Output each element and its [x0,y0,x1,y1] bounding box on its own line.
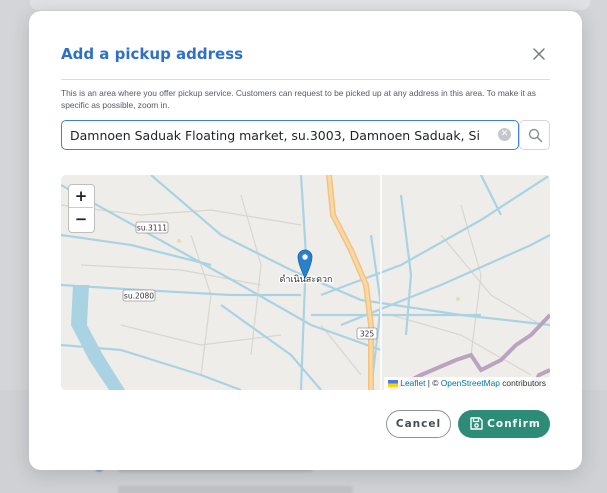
map-label-road-325: 325 [360,330,375,339]
search-icon [528,128,543,143]
address-search-input[interactable] [61,120,519,150]
dialog-title: Add a pickup address [61,45,244,63]
location-marker-icon[interactable] [297,249,313,279]
zoom-in-button[interactable]: + [69,185,93,208]
zoom-control: + − [68,184,95,233]
confirm-button[interactable]: Confirm [458,410,550,438]
map-attribution: Leaflet | © OpenStreetMap contributors [384,377,550,390]
save-icon [470,417,483,430]
clear-icon[interactable]: ✕ [498,128,511,141]
openstreetmap-link[interactable]: OpenStreetMap [441,378,500,388]
ukraine-flag-icon [388,380,399,387]
dialog-description: This is an area where you offer pickup s… [61,88,536,110]
leaflet-link[interactable]: Leaflet [400,378,425,388]
zoom-out-button[interactable]: − [69,208,93,231]
cancel-button[interactable]: Cancel [386,410,451,438]
close-icon[interactable] [531,46,547,62]
background-card [30,0,590,10]
background-text [118,486,353,493]
map-tiles: su.3111 su.2080 325 ดำเนินสะดวก [61,175,550,390]
confirm-label: Confirm [487,418,541,430]
attribution-separator: | © [425,378,441,388]
search-button[interactable] [519,120,550,150]
map[interactable]: su.3111 su.2080 325 ดำเนินสะดวก + − Leaf… [61,175,550,390]
attribution-suffix: contributors [499,378,546,388]
map-label-road-2080: su.2080 [124,292,154,301]
pickup-address-dialog: Add a pickup address This is an area whe… [29,11,582,470]
divider [61,79,550,80]
map-label-road-3111: su.3111 [137,224,167,233]
